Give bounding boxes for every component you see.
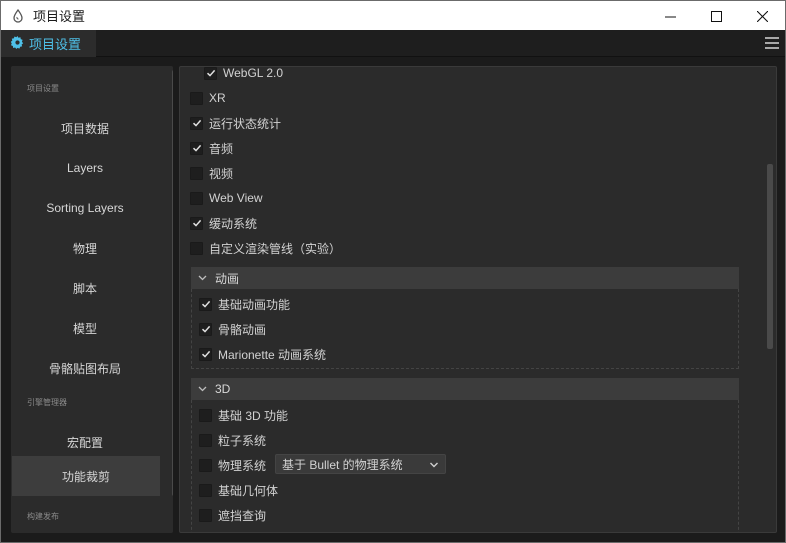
feature-row-webview[interactable]: Web View bbox=[190, 188, 263, 208]
feature-label: 粒子系统 bbox=[218, 433, 267, 448]
app-logo-icon bbox=[10, 8, 26, 24]
feature-label: 基础几何体 bbox=[218, 483, 279, 498]
feature-row-stats[interactable]: 运行状态统计 bbox=[190, 113, 281, 133]
section-header-3d[interactable]: 3D bbox=[191, 378, 739, 400]
checkbox[interactable] bbox=[199, 458, 212, 472]
chevron-down-icon bbox=[197, 384, 207, 394]
checkbox[interactable] bbox=[199, 322, 212, 336]
checkbox[interactable] bbox=[190, 116, 203, 130]
feature-label: Marionette 动画系统 bbox=[218, 347, 327, 362]
checkbox[interactable] bbox=[190, 191, 203, 205]
checkbox[interactable] bbox=[190, 91, 203, 105]
sidebar-group-build: 构建发布 bbox=[27, 512, 59, 521]
feature-row-particles[interactable]: 粒子系统 bbox=[199, 430, 266, 450]
maximize-button[interactable] bbox=[693, 1, 739, 31]
sidebar-group-engine: 引擎管理器 bbox=[27, 398, 67, 407]
feature-row-custom-pipeline[interactable]: 自定义渲染管线（实验） bbox=[190, 238, 341, 258]
checkbox[interactable] bbox=[199, 483, 212, 497]
feature-row-physics-system[interactable]: 物理系统 bbox=[199, 455, 266, 475]
checkbox[interactable] bbox=[199, 347, 212, 361]
sidebar-item-layers[interactable]: Layers bbox=[11, 148, 159, 188]
check-icon bbox=[201, 325, 210, 333]
settings-body: 项目设置 项目数据 Layers Sorting Layers 物理 脚本 模型… bbox=[1, 57, 785, 542]
feature-row-xr[interactable]: XR bbox=[190, 88, 226, 108]
feature-row-audio[interactable]: 音频 bbox=[190, 138, 233, 158]
maximize-icon bbox=[710, 10, 722, 22]
feature-label: 音频 bbox=[209, 141, 234, 156]
select-value: 基于 Bullet 的物理系统 bbox=[282, 457, 403, 472]
minimize-icon bbox=[664, 16, 676, 17]
settings-sidebar: 项目设置 项目数据 Layers Sorting Layers 物理 脚本 模型… bbox=[11, 66, 173, 533]
checkbox[interactable] bbox=[204, 67, 217, 80]
sidebar-item-sorting-layers[interactable]: Sorting Layers bbox=[11, 188, 159, 228]
window-titlebar: 项目设置 bbox=[0, 0, 786, 30]
feature-label: XR bbox=[209, 91, 226, 105]
checkbox[interactable] bbox=[199, 433, 212, 447]
feature-row-basic-3d[interactable]: 基础 3D 功能 bbox=[199, 405, 288, 425]
feature-row-primitives[interactable]: 基础几何体 bbox=[199, 480, 278, 500]
checkbox[interactable] bbox=[199, 508, 212, 522]
sidebar-group-project: 项目设置 bbox=[27, 84, 59, 93]
physics-engine-select[interactable]: 基于 Bullet 的物理系统 bbox=[275, 454, 446, 474]
checkbox[interactable] bbox=[190, 241, 203, 255]
checkbox[interactable] bbox=[190, 141, 203, 155]
feature-label: 基础动画功能 bbox=[218, 297, 291, 312]
sidebar-item-feature-cropping[interactable]: 功能裁剪 bbox=[12, 456, 160, 496]
close-button[interactable] bbox=[739, 1, 785, 31]
feature-label: 自定义渲染管线（实验） bbox=[209, 241, 342, 256]
checkbox[interactable] bbox=[199, 297, 212, 311]
section-title: 3D bbox=[215, 382, 231, 396]
sidebar-item-models[interactable]: 模型 bbox=[11, 308, 159, 348]
feature-label: WebGL 2.0 bbox=[223, 66, 284, 80]
check-icon bbox=[192, 119, 201, 127]
feature-row-basic-animation[interactable]: 基础动画功能 bbox=[199, 294, 290, 314]
feature-row-video[interactable]: 视频 bbox=[190, 163, 233, 183]
check-icon bbox=[201, 350, 210, 358]
feature-row-webgl2[interactable]: WebGL 2.0 bbox=[204, 66, 284, 83]
feature-row-occlusion-query[interactable]: 遮挡查询 bbox=[199, 505, 266, 525]
check-icon bbox=[206, 69, 215, 77]
main-scrollbar[interactable] bbox=[767, 164, 773, 349]
sidebar-item-project-data[interactable]: 项目数据 bbox=[11, 108, 159, 148]
check-icon bbox=[192, 219, 201, 227]
feature-label: 视频 bbox=[209, 166, 234, 181]
feature-row-marionette[interactable]: Marionette 动画系统 bbox=[199, 344, 326, 364]
feature-label: 物理系统 bbox=[218, 458, 267, 473]
close-icon bbox=[756, 10, 768, 22]
feature-row-skeletal-animation[interactable]: 骨骼动画 bbox=[199, 319, 266, 339]
minimize-button[interactable] bbox=[647, 1, 693, 31]
window-title: 项目设置 bbox=[33, 9, 86, 24]
feature-row-tween[interactable]: 缓动系统 bbox=[190, 213, 257, 233]
sidebar-item-skeleton-texture-layout[interactable]: 骨骼贴图布局 bbox=[11, 348, 159, 388]
checkbox[interactable] bbox=[190, 216, 203, 230]
window-controls bbox=[647, 1, 785, 31]
gear-icon bbox=[10, 35, 24, 52]
panel-menu-icon[interactable] bbox=[765, 37, 779, 49]
feature-label: Web View bbox=[209, 191, 263, 205]
panel-tabbar: 项目设置 bbox=[1, 30, 785, 57]
feature-label: 遮挡查询 bbox=[218, 508, 267, 523]
sidebar-scrollbar[interactable] bbox=[172, 70, 173, 496]
checkbox[interactable] bbox=[199, 408, 212, 422]
check-icon bbox=[201, 300, 210, 308]
tab-label: 项目设置 bbox=[29, 37, 82, 52]
chevron-down-icon bbox=[430, 462, 438, 468]
check-icon bbox=[192, 144, 201, 152]
app-frame: 项目设置 项目设置 项目数据 Layers Sorting Layers 物理 … bbox=[0, 30, 786, 543]
sidebar-item-scripts[interactable]: 脚本 bbox=[11, 268, 159, 308]
chevron-down-icon bbox=[197, 273, 207, 283]
feature-cropping-panel: WebGL 2.0 XR 运行状态统计 音频 视频 Web View 缓动系统 … bbox=[179, 66, 777, 533]
feature-label: 运行状态统计 bbox=[209, 116, 282, 131]
sidebar-item-physics[interactable]: 物理 bbox=[11, 228, 159, 268]
feature-label: 基础 3D 功能 bbox=[218, 408, 289, 423]
feature-label: 骨骼动画 bbox=[218, 322, 267, 337]
checkbox[interactable] bbox=[190, 166, 203, 180]
feature-label: 缓动系统 bbox=[209, 216, 258, 231]
section-header-animation[interactable]: 动画 bbox=[191, 267, 739, 289]
section-title: 动画 bbox=[215, 271, 240, 286]
tab-project-settings[interactable]: 项目设置 bbox=[1, 30, 96, 57]
